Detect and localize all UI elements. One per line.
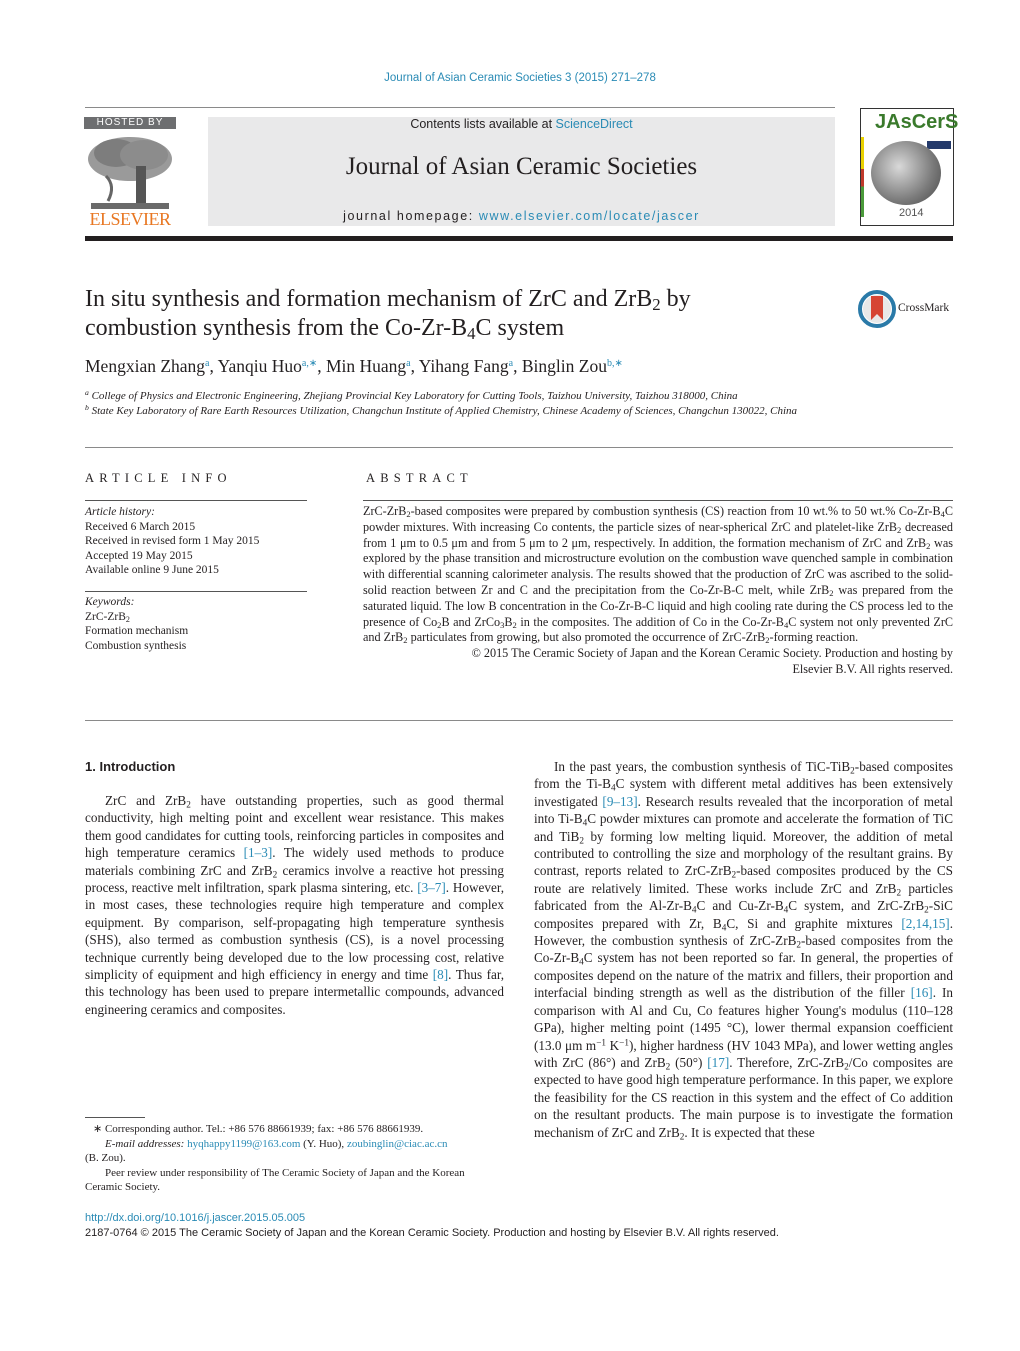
journal-citation[interactable]: Journal of Asian Ceramic Societies 3 (20… <box>0 72 1020 84</box>
abstract-paragraph: ZrC-ZrB2-based composites were prepared … <box>363 504 954 646</box>
crossmark-label: CrossMark <box>898 302 950 314</box>
author-name[interactable]: Min Huang <box>326 356 406 376</box>
cover-sem-image <box>871 141 941 205</box>
article-title: In situ synthesis and formation mechanis… <box>85 285 845 343</box>
history-item: Accepted 19 May 2015 <box>85 549 193 562</box>
cover-title: JAsCerS <box>875 111 959 133</box>
copyright-line: Elsevier B.V. All rights reserved. <box>792 661 953 676</box>
citation-link[interactable]: [17] <box>707 1055 729 1070</box>
peer-review-note: Peer review under responsibility of The … <box>85 1166 465 1194</box>
history-label: Article history: <box>85 506 155 518</box>
author-name[interactable]: Mengxian Zhang <box>85 356 205 376</box>
affiliation-mark: a <box>85 388 89 398</box>
homepage-line: journal homepage: www.elsevier.com/locat… <box>208 209 835 223</box>
section-heading-introduction: 1. Introduction <box>85 759 176 774</box>
email-owner-2: (B. Zou). <box>85 1152 126 1164</box>
doi-link[interactable]: http://dx.doi.org/10.1016/j.jascer.2015.… <box>85 1211 779 1226</box>
crossmark-button[interactable]: CrossMark <box>858 290 958 330</box>
abstract-body: ZrC-ZrB2-based composites were prepared … <box>363 504 953 678</box>
title-text-2: by <box>660 286 691 312</box>
author-affil-mark[interactable]: a <box>406 358 410 369</box>
article-info-heading: ARTICLE INFO <box>85 471 232 485</box>
footnotes: ∗ Corresponding author. Tel.: +86 576 88… <box>85 1122 504 1195</box>
affiliation-text: State Key Laboratory of Rare Earth Resou… <box>91 404 798 417</box>
citation-link[interactable]: [1–3] <box>244 845 273 860</box>
email-note: E-mail addresses: hyqhappy1199@163.com (… <box>85 1137 504 1152</box>
affiliation-item: b State Key Laboratory of Rare Earth Res… <box>85 402 845 419</box>
title-text-4: C system <box>475 315 565 341</box>
abstract-bottom-rule <box>85 720 953 721</box>
journal-banner: Contents lists available at ScienceDirec… <box>208 117 835 226</box>
crossmark-icon <box>858 290 896 328</box>
abstract-rule <box>363 500 953 501</box>
affiliation-rule <box>85 447 953 448</box>
journal-name: Journal of Asian Ceramic Societies <box>345 153 698 180</box>
keyword-item[interactable]: Formation mechanism <box>85 624 188 639</box>
author-name[interactable]: Binglin Zou <box>522 356 607 376</box>
email-link-zou[interactable]: zoubinglin@ciac.ac.cn <box>347 1138 448 1150</box>
author-affil-mark[interactable]: a,∗ <box>302 358 317 369</box>
contents-line: Contents lists available at ScienceDirec… <box>208 117 835 131</box>
elsevier-logo[interactable]: HOSTED BY ELSEVIER <box>84 117 176 229</box>
citation-link[interactable]: [9–13] <box>602 794 637 809</box>
abstract-heading: ABSTRACT <box>366 471 473 485</box>
top-rule <box>85 107 835 108</box>
abstract-copyright: © 2015 The Ceramic Society of Japan and … <box>363 646 953 678</box>
corresponding-author-note: ∗ Corresponding author. Tel.: +86 576 88… <box>93 1123 424 1135</box>
elsevier-wordmark: ELSEVIER <box>89 209 172 229</box>
history-item: Received 6 March 2015 <box>85 520 196 533</box>
history-item: Available online 9 June 2015 <box>85 564 219 576</box>
title-text-1: In situ synthesis and formation mechanis… <box>85 286 653 312</box>
keyword-item[interactable]: Combustion synthesis <box>85 639 188 654</box>
affiliation-text: College of Physics and Electronic Engine… <box>91 390 738 402</box>
email-owner: (Y. Huo), <box>300 1137 347 1150</box>
doi-block: http://dx.doi.org/10.1016/j.jascer.2015.… <box>85 1211 779 1240</box>
citation-link[interactable]: [2,14,15] <box>901 916 949 931</box>
keywords: Keywords: ZrC-ZrB2 Formation mechanism C… <box>85 595 188 653</box>
keyword-item[interactable]: ZrC-ZrB2 <box>85 610 188 625</box>
homepage-prefix: journal homepage: <box>343 209 479 223</box>
keyword-text: ZrC-ZrB <box>85 610 126 623</box>
author-affil-mark[interactable]: b,∗ <box>607 358 623 369</box>
affiliation-item: a College of Physics and Electronic Engi… <box>85 389 845 404</box>
sciencedirect-link[interactable]: ScienceDirect <box>556 117 633 131</box>
email-link-huo[interactable]: hyqhappy1199@163.com <box>187 1138 300 1150</box>
history-item: Received in revised form 1 May 2015 <box>85 535 260 547</box>
author-affil-mark[interactable]: a <box>509 358 513 369</box>
citation-link[interactable]: [8] <box>433 967 448 982</box>
article-info-rule <box>85 500 307 501</box>
article-history: Article history: Received 6 March 2015 R… <box>85 505 259 578</box>
issn-copyright: 2187-0764 © 2015 The Ceramic Society of … <box>85 1226 779 1239</box>
citation-link[interactable]: [16] <box>911 985 933 1000</box>
body-column-right: In the past years, the combustion synthe… <box>534 759 954 1141</box>
affiliation-mark: b <box>85 402 89 412</box>
title-sub-1: 2 <box>652 295 661 315</box>
keywords-label: Keywords: <box>85 596 135 608</box>
email-label: E-mail addresses: <box>105 1137 188 1150</box>
title-sub-2: 4 <box>467 324 476 344</box>
affiliations: a College of Physics and Electronic Engi… <box>85 389 845 418</box>
author-list: Mengxian Zhanga, Yanqiu Huoa,∗, Min Huan… <box>85 356 623 376</box>
title-text-3: combustion synthesis from the Co-Zr-B <box>85 315 468 341</box>
copyright-line: © 2015 The Ceramic Society of Japan and … <box>471 646 953 661</box>
cover-year: 2014 <box>899 207 924 219</box>
keywords-rule <box>85 591 307 592</box>
cover-color-bar <box>861 137 864 217</box>
body-column-left: ZrC and ZrB2 have outstanding properties… <box>85 793 504 1017</box>
elsevier-tree-icon <box>88 137 172 209</box>
author-affil-mark[interactable]: a <box>205 358 209 369</box>
hosted-by-label: HOSTED BY <box>84 117 176 129</box>
contents-prefix: Contents lists available at <box>410 117 556 131</box>
footnote-rule <box>85 1117 145 1118</box>
author-name[interactable]: Yanqiu Huo <box>218 356 302 376</box>
keyword-sub: 2 <box>125 614 130 624</box>
citation-link[interactable]: [3–7] <box>417 880 446 895</box>
header-thick-rule <box>85 236 953 241</box>
cover-blue-band <box>927 141 951 149</box>
homepage-link[interactable]: www.elsevier.com/locate/jascer <box>479 209 700 223</box>
journal-cover-thumbnail[interactable]: JAsCerS 2014 <box>860 108 958 226</box>
author-name[interactable]: Yihang Fang <box>419 356 509 376</box>
